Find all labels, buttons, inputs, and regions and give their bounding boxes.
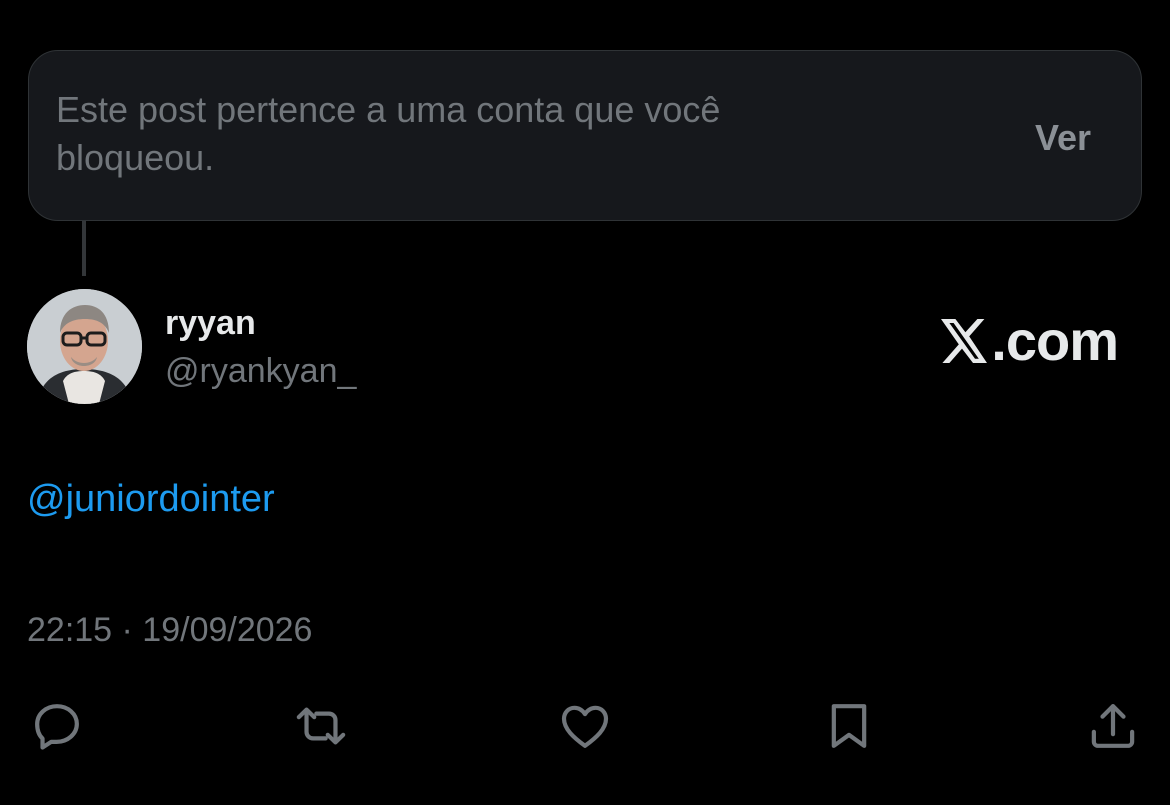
- share-icon: [1091, 704, 1135, 748]
- post-timestamp[interactable]: 22:15 · 19/09/2026: [27, 611, 312, 650]
- repost-icon: [296, 707, 346, 745]
- share-button[interactable]: [1083, 696, 1143, 756]
- view-blocked-post-button[interactable]: Ver: [1035, 117, 1091, 159]
- repost-button[interactable]: [291, 696, 351, 756]
- author-handle[interactable]: @ryankyan_: [165, 352, 356, 391]
- watermark-domain: .com: [991, 309, 1119, 372]
- author-display-name[interactable]: ryyan: [165, 304, 256, 343]
- bookmark-icon: [831, 704, 867, 748]
- reply-icon: [35, 704, 79, 750]
- heart-icon: [561, 705, 609, 748]
- bookmark-button[interactable]: [819, 696, 879, 756]
- x-logo-icon: [941, 318, 988, 363]
- blocked-notice-text: Este post pertence a uma conta que você …: [56, 89, 721, 178]
- thread-connector-line: [82, 221, 86, 276]
- avatar[interactable]: [27, 289, 142, 404]
- reply-button[interactable]: [27, 696, 87, 756]
- x-com-watermark: .com: [941, 308, 1119, 373]
- mention-link[interactable]: @juniordointer: [27, 478, 275, 521]
- like-button[interactable]: [555, 696, 615, 756]
- avatar-photo: [27, 289, 142, 404]
- blocked-post-notice: Este post pertence a uma conta que você …: [28, 50, 1142, 221]
